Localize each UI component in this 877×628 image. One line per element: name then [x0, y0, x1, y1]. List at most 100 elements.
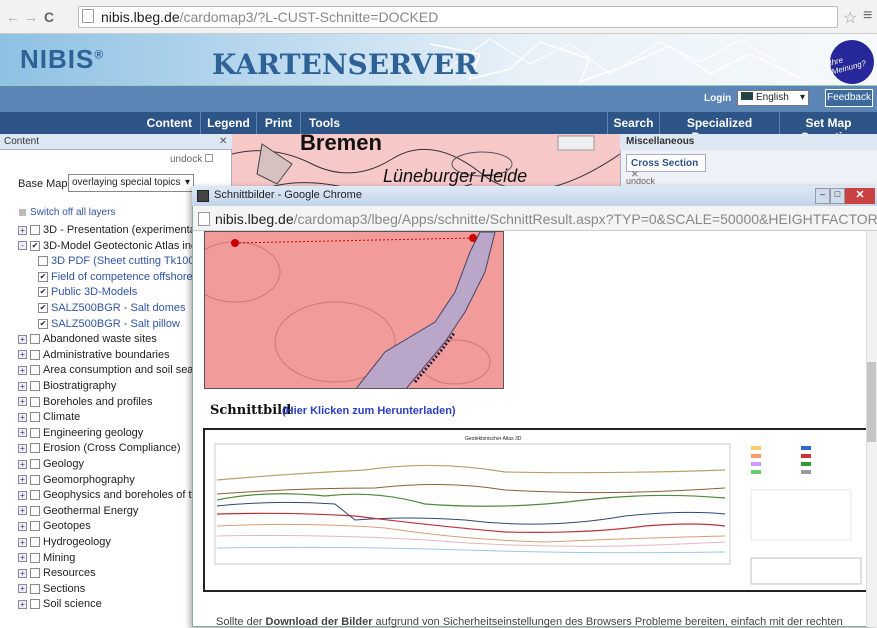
layer-item[interactable]: + Abandoned waste sites [18, 333, 157, 345]
layer-item[interactable]: + Engineering geology [18, 427, 143, 439]
undock-link[interactable]: undock [170, 154, 214, 165]
layer-item[interactable]: + Geology [18, 458, 84, 470]
layer-item[interactable]: ✔ SALZ500BGR - Salt pillow [38, 318, 180, 330]
layer-item[interactable]: ✔ Field of competence offshore [38, 271, 193, 283]
layer-checkbox[interactable]: ✔ [38, 303, 48, 313]
login-link[interactable]: Login [704, 93, 731, 104]
expand-icon[interactable]: + [18, 568, 27, 578]
expand-icon[interactable]: + [18, 412, 27, 422]
layer-checkbox[interactable] [30, 521, 40, 532]
nibis-logo[interactable]: NIBIS® [20, 44, 104, 75]
misc-undock-link[interactable]: undock [626, 176, 655, 186]
layer-checkbox[interactable]: ✔ [38, 271, 48, 282]
expand-icon[interactable]: + [18, 599, 27, 609]
layer-item[interactable]: + Mining [18, 552, 75, 564]
back-icon[interactable]: ← [6, 9, 20, 25]
layer-item[interactable]: + Climate [18, 411, 80, 423]
expand-icon[interactable]: + [18, 381, 27, 391]
language-select[interactable]: English ▾ [737, 90, 809, 106]
layer-checkbox[interactable] [30, 459, 40, 469]
layer-checkbox[interactable] [30, 412, 40, 423]
menu-legend[interactable]: Legend [200, 112, 256, 134]
star-icon[interactable]: ☆ [843, 8, 857, 28]
menu-set-map-operation[interactable]: Set Map Operation [779, 112, 877, 144]
layer-checkbox[interactable] [30, 349, 40, 360]
maximize-icon[interactable]: □ [830, 188, 845, 204]
layer-item[interactable]: + Sections [18, 583, 85, 595]
layer-checkbox[interactable]: ✔ [38, 287, 48, 298]
expand-icon[interactable]: + [18, 475, 27, 485]
forward-icon[interactable]: → [24, 9, 38, 25]
expand-icon[interactable]: + [18, 521, 27, 531]
layer-item[interactable]: ✔ SALZ500BGR - Salt domes [38, 302, 186, 314]
layer-item[interactable]: 3D PDF (Sheet cutting Tk100) [38, 255, 198, 267]
layer-item[interactable]: + Erosion (Cross Compliance) [18, 442, 181, 454]
undock-label: undock [170, 154, 203, 165]
expand-icon[interactable]: + [18, 334, 27, 344]
layer-checkbox[interactable]: ✔ [30, 240, 40, 251]
address-bar[interactable]: nibis.lbeg.de/cardomap3/?L-CUST-Schnitte… [78, 6, 838, 28]
expand-icon[interactable]: + [18, 537, 27, 547]
expand-icon[interactable]: + [18, 443, 27, 453]
collapse-icon[interactable]: - [18, 241, 27, 251]
layer-item[interactable]: + Geomorphography [18, 474, 135, 486]
feedback-button[interactable]: Feedback [825, 89, 873, 107]
expand-icon[interactable]: + [18, 553, 27, 563]
layer-checkbox[interactable] [38, 256, 48, 267]
expand-icon[interactable]: + [18, 506, 27, 516]
tab-cross-section[interactable]: Cross Section ✕ [626, 154, 706, 179]
layer-item[interactable]: + Soil science [18, 598, 102, 610]
expand-icon[interactable]: + [18, 225, 27, 235]
expand-icon[interactable]: + [18, 365, 27, 375]
layer-checkbox[interactable] [30, 505, 40, 516]
layer-item[interactable]: + Administrative boundaries [18, 349, 170, 361]
close-icon[interactable]: ✕ [219, 136, 229, 148]
expand-icon[interactable]: + [18, 397, 27, 407]
expand-icon[interactable]: + [18, 350, 27, 360]
basemap-select[interactable]: overlaying special topics ▾ [68, 174, 194, 192]
layer-checkbox[interactable] [30, 537, 40, 547]
layer-checkbox[interactable] [30, 225, 40, 235]
layer-item[interactable]: + Geothermal Energy [18, 505, 138, 517]
layer-checkbox[interactable] [30, 334, 40, 345]
layer-item[interactable]: + Biostratigraphy [18, 380, 116, 392]
reload-icon[interactable]: C [44, 9, 54, 25]
page-icon [82, 9, 94, 23]
layer-checkbox[interactable] [30, 443, 40, 454]
layer-checkbox[interactable] [30, 599, 40, 610]
layer-checkbox[interactable] [30, 474, 40, 485]
download-link[interactable]: (Hier Klicken zum Herunterladen) [282, 405, 456, 417]
layer-checkbox[interactable] [30, 365, 40, 376]
menu-search[interactable]: Search [607, 112, 659, 134]
menu-specialized-programs[interactable]: Specialized Programs [659, 112, 779, 144]
expand-icon[interactable]: + [18, 584, 27, 594]
layer-item[interactable]: + Resources [18, 567, 96, 579]
layer-item[interactable]: + Geotopes [18, 520, 91, 532]
layer-checkbox[interactable] [30, 568, 40, 579]
layer-checkbox[interactable] [30, 490, 40, 501]
expand-icon[interactable]: + [18, 459, 27, 469]
layer-item[interactable]: + Hydrogeology [18, 536, 111, 548]
layer-item[interactable]: ✔ Public 3D-Models [38, 286, 137, 298]
switch-off-layers-link[interactable]: Switch off all layers [30, 207, 115, 218]
minimize-icon[interactable]: – [815, 188, 830, 204]
expand-icon[interactable]: + [18, 490, 27, 500]
layer-checkbox[interactable] [30, 396, 40, 407]
layer-checkbox[interactable] [30, 583, 40, 594]
menu-icon[interactable]: ≡ [863, 7, 872, 25]
layer-checkbox[interactable] [30, 381, 40, 391]
popup-address-bar[interactable]: nibis.lbeg.de/cardomap3/lbeg/Apps/schnit… [193, 206, 877, 231]
cross-section-image[interactable]: Geotektonischer Atlas 3D [203, 428, 868, 592]
close-icon[interactable]: ✕ [845, 188, 875, 204]
layer-item[interactable]: +3D - Presentation (experimental) [18, 224, 202, 236]
popup-titlebar[interactable]: Schnittbilder - Google Chrome [192, 186, 877, 206]
layer-checkbox[interactable]: ✔ [38, 318, 48, 329]
menu-content[interactable]: Content [100, 112, 200, 134]
layer-checkbox[interactable] [30, 552, 40, 563]
layer-item[interactable]: + Boreholes and profiles [18, 396, 152, 408]
expand-icon[interactable]: + [18, 428, 27, 438]
layer-item[interactable]: + Area consumption and soil sealing [18, 364, 211, 376]
popup-scrollbar-thumb[interactable] [867, 362, 876, 442]
menu-print[interactable]: Print [256, 112, 300, 134]
layer-checkbox[interactable] [30, 427, 40, 438]
